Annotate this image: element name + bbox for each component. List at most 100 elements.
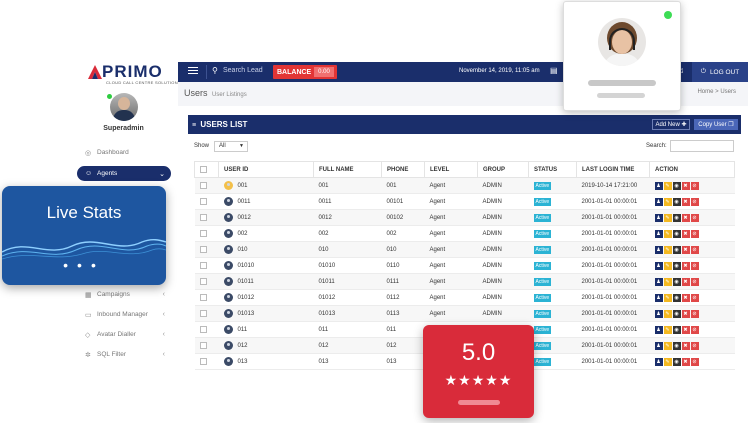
- copy-user-button[interactable]: Copy User ❐: [694, 119, 738, 130]
- user-icon[interactable]: ♟: [654, 197, 663, 206]
- column-header-full-name[interactable]: FULL NAME: [313, 161, 382, 178]
- edit-icon[interactable]: ✎: [663, 197, 672, 206]
- row-checkbox[interactable]: [194, 337, 219, 354]
- row-checkbox[interactable]: [194, 273, 219, 290]
- view-icon[interactable]: ◉: [672, 245, 681, 254]
- view-icon[interactable]: ◉: [672, 309, 681, 318]
- table-row[interactable]: 001 001 001 Agent ADMIN Active 2019-10-14 17:2…: [194, 177, 735, 194]
- table-row[interactable]: 01010 01010 0110 Agent ADMIN Active 2001-01-01…: [194, 257, 735, 274]
- breadcrumb-home[interactable]: Home: [697, 89, 713, 95]
- sidebar-item-sql-filter[interactable]: ✲ SQL Filter ‹: [77, 347, 171, 362]
- edit-icon[interactable]: ✎: [663, 277, 672, 286]
- block-icon[interactable]: ⊘: [690, 229, 699, 238]
- column-header-last-login[interactable]: LAST LOGIN TIME: [576, 161, 650, 178]
- user-icon[interactable]: ♟: [654, 213, 663, 222]
- delete-icon[interactable]: ✖: [681, 245, 690, 254]
- delete-icon[interactable]: ✖: [681, 357, 690, 366]
- delete-icon[interactable]: ✖: [681, 213, 690, 222]
- row-checkbox[interactable]: [194, 209, 219, 226]
- delete-icon[interactable]: ✖: [681, 293, 690, 302]
- column-header-group[interactable]: GROUP: [477, 161, 529, 178]
- view-icon[interactable]: ◉: [672, 261, 681, 270]
- view-icon[interactable]: ◉: [672, 197, 681, 206]
- live-stats-widget[interactable]: Live Stats •••: [2, 186, 166, 285]
- user-icon[interactable]: ♟: [654, 293, 663, 302]
- edit-icon[interactable]: ✎: [663, 325, 672, 334]
- user-icon[interactable]: ♟: [654, 357, 663, 366]
- view-icon[interactable]: ◉: [672, 341, 681, 350]
- user-icon[interactable]: ♟: [654, 181, 663, 190]
- user-icon[interactable]: ♟: [654, 341, 663, 350]
- table-row[interactable]: 002 002 002 Agent ADMIN Active 2001-01-01 00:0…: [194, 225, 735, 242]
- row-checkbox[interactable]: [194, 241, 219, 258]
- edit-icon[interactable]: ✎: [663, 229, 672, 238]
- avatar[interactable]: [110, 93, 138, 121]
- block-icon[interactable]: ⊘: [690, 309, 699, 318]
- column-header-phone[interactable]: PHONE: [381, 161, 425, 178]
- calendar-icon[interactable]: ▤: [550, 66, 558, 75]
- block-icon[interactable]: ⊘: [690, 277, 699, 286]
- view-icon[interactable]: ◉: [672, 357, 681, 366]
- sidebar-item-inbound-manager[interactable]: ▭ Inbound Manager ‹: [77, 307, 171, 322]
- view-icon[interactable]: ◉: [672, 277, 681, 286]
- block-icon[interactable]: ⊘: [690, 245, 699, 254]
- user-icon[interactable]: ♟: [654, 325, 663, 334]
- block-icon[interactable]: ⊘: [690, 197, 699, 206]
- brand-logo[interactable]: PRIMO CLOUD CALL CENTRE SOLUTION: [88, 62, 178, 87]
- column-header-level[interactable]: LEVEL: [424, 161, 478, 178]
- edit-icon[interactable]: ✎: [663, 181, 672, 190]
- user-icon[interactable]: ♟: [654, 277, 663, 286]
- select-all-checkbox[interactable]: [194, 161, 219, 178]
- block-icon[interactable]: ⊘: [690, 181, 699, 190]
- edit-icon[interactable]: ✎: [663, 245, 672, 254]
- search-icon[interactable]: ⚲: [212, 66, 218, 75]
- delete-icon[interactable]: ✖: [681, 197, 690, 206]
- row-checkbox[interactable]: [194, 257, 219, 274]
- table-row[interactable]: 0012 0012 00102 Agent ADMIN Active 2001-01-01 …: [194, 209, 735, 226]
- user-icon[interactable]: ♟: [654, 229, 663, 238]
- search-lead-input[interactable]: Search Lead: [223, 67, 263, 74]
- menu-toggle-button[interactable]: [188, 67, 198, 77]
- block-icon[interactable]: ⊘: [690, 261, 699, 270]
- delete-icon[interactable]: ✖: [681, 341, 690, 350]
- add-new-button[interactable]: Add New ✚: [652, 119, 690, 130]
- logout-button[interactable]: ⏻ LOG OUT: [692, 62, 748, 82]
- table-row[interactable]: 01013 01013 0113 Agent ADMIN Active 2001-01-01…: [194, 305, 735, 322]
- block-icon[interactable]: ⊘: [690, 341, 699, 350]
- user-icon[interactable]: ♟: [654, 261, 663, 270]
- delete-icon[interactable]: ✖: [681, 309, 690, 318]
- delete-icon[interactable]: ✖: [681, 325, 690, 334]
- edit-icon[interactable]: ✎: [663, 357, 672, 366]
- view-icon[interactable]: ◉: [672, 213, 681, 222]
- table-row[interactable]: 01012 01012 0112 Agent ADMIN Active 2001-01-01…: [194, 289, 735, 306]
- column-header-status[interactable]: STATUS: [528, 161, 577, 178]
- edit-icon[interactable]: ✎: [663, 309, 672, 318]
- table-row[interactable]: 0011 0011 00101 Agent ADMIN Active 2001-01-01 …: [194, 193, 735, 210]
- sidebar-item-dashboard[interactable]: ◎ Dashboard: [77, 145, 171, 160]
- row-checkbox[interactable]: [194, 289, 219, 306]
- edit-icon[interactable]: ✎: [663, 261, 672, 270]
- edit-icon[interactable]: ✎: [663, 293, 672, 302]
- row-checkbox[interactable]: [194, 353, 219, 370]
- show-entries-select[interactable]: All ▼: [214, 141, 248, 152]
- edit-icon[interactable]: ✎: [663, 213, 672, 222]
- edit-icon[interactable]: ✎: [663, 341, 672, 350]
- view-icon[interactable]: ◉: [672, 181, 681, 190]
- row-checkbox[interactable]: [194, 321, 219, 338]
- table-row[interactable]: 010 010 010 Agent ADMIN Active 2001-01-01 00:0…: [194, 241, 735, 258]
- block-icon[interactable]: ⊘: [690, 357, 699, 366]
- row-checkbox[interactable]: [194, 193, 219, 210]
- delete-icon[interactable]: ✖: [681, 181, 690, 190]
- view-icon[interactable]: ◉: [672, 293, 681, 302]
- delete-icon[interactable]: ✖: [681, 277, 690, 286]
- block-icon[interactable]: ⊘: [690, 293, 699, 302]
- column-header-user-id[interactable]: USER ID: [218, 161, 314, 178]
- delete-icon[interactable]: ✖: [681, 261, 690, 270]
- sidebar-item-campaigns[interactable]: ▦ Campaigns ‹: [77, 287, 171, 302]
- more-dots-icon[interactable]: •••: [2, 258, 166, 272]
- block-icon[interactable]: ⊘: [690, 213, 699, 222]
- sidebar-item-avatar-dialler[interactable]: ◇ Avatar Dialler ‹: [77, 327, 171, 342]
- table-row[interactable]: 01011 01011 0111 Agent ADMIN Active 2001-01-01…: [194, 273, 735, 290]
- view-icon[interactable]: ◉: [672, 229, 681, 238]
- block-icon[interactable]: ⊘: [690, 325, 699, 334]
